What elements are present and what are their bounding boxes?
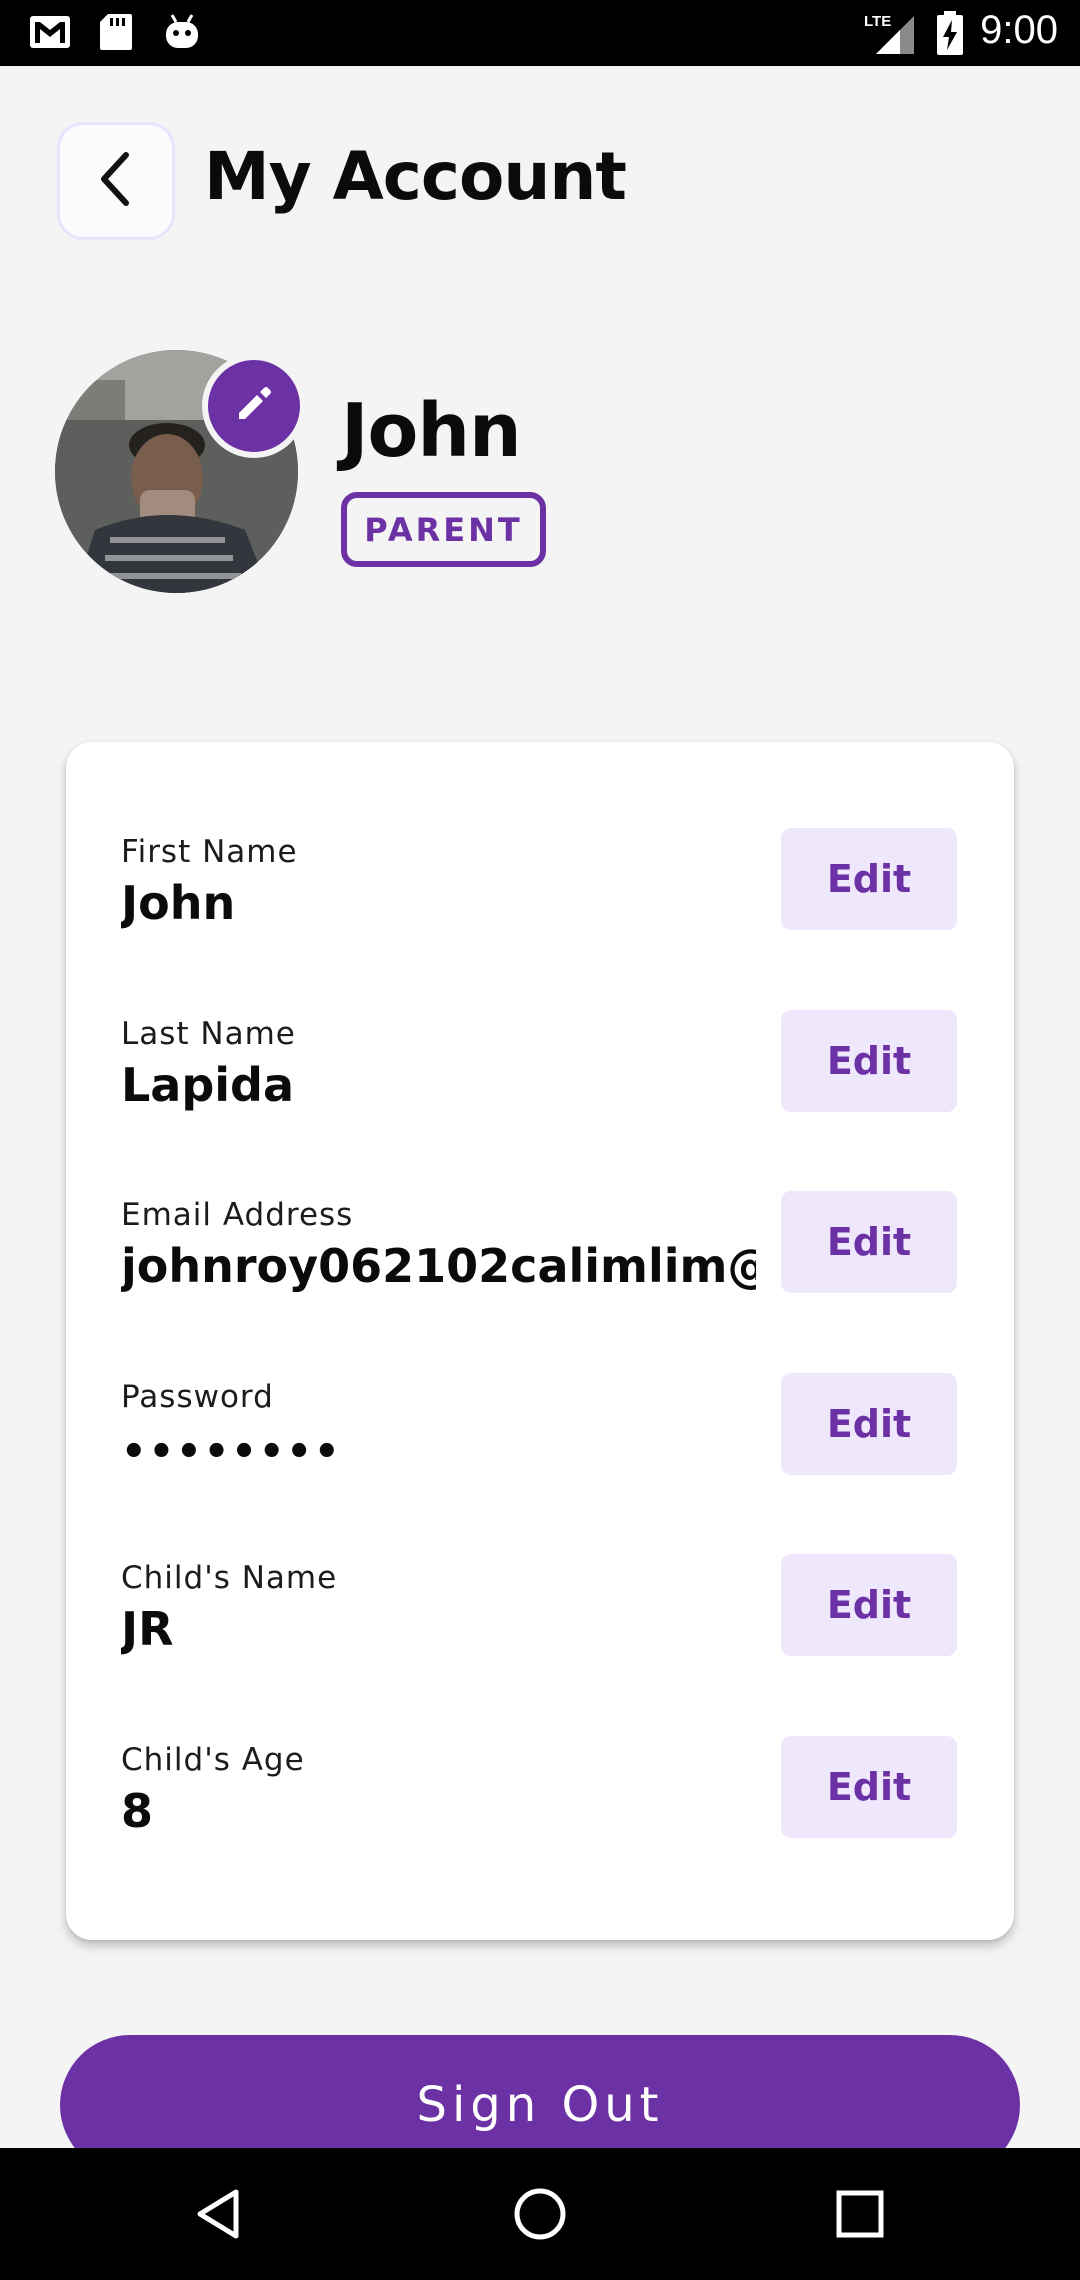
role-badge: PARENT bbox=[341, 492, 546, 567]
field-value: John bbox=[121, 876, 236, 930]
field-first-name: First Name John Edit bbox=[121, 828, 957, 954]
field-label: Last Name bbox=[121, 1016, 296, 1052]
field-value: johnroy062102calimlim@g bbox=[121, 1239, 756, 1293]
navigation-bar bbox=[0, 2148, 1080, 2280]
edit-last-name-button[interactable]: Edit bbox=[781, 1010, 957, 1112]
field-last-name: Last Name Lapida Edit bbox=[121, 1010, 957, 1136]
android-debug-icon bbox=[162, 12, 202, 56]
edit-childs-age-button[interactable]: Edit bbox=[781, 1736, 957, 1838]
field-label: Child's Name bbox=[121, 1560, 338, 1596]
status-time: 9:00 bbox=[980, 8, 1058, 52]
gmail-icon bbox=[28, 12, 72, 56]
field-childs-name: Child's Name JR Edit bbox=[121, 1554, 957, 1680]
account-details-card: First Name John Edit Last Name Lapida Ed… bbox=[66, 742, 1014, 1940]
my-account-screen: LTE 9:00 My Account John PARENT First Na… bbox=[0, 0, 1080, 2280]
field-email-address: Email Address johnroy062102calimlim@g Ed… bbox=[121, 1191, 957, 1317]
edit-password-button[interactable]: Edit bbox=[781, 1373, 957, 1475]
field-value: Lapida bbox=[121, 1058, 295, 1112]
field-label: First Name bbox=[121, 834, 298, 870]
field-value: 8 bbox=[121, 1784, 154, 1838]
field-label: Password bbox=[121, 1379, 274, 1415]
sd-card-icon bbox=[98, 12, 134, 56]
field-label: Email Address bbox=[121, 1197, 354, 1233]
edit-first-name-button[interactable]: Edit bbox=[781, 828, 957, 930]
pencil-icon bbox=[233, 383, 275, 429]
lte-signal-icon: LTE bbox=[862, 10, 916, 60]
field-label: Child's Age bbox=[121, 1742, 305, 1778]
edit-avatar-button[interactable] bbox=[202, 354, 306, 458]
status-bar: LTE 9:00 bbox=[0, 0, 1080, 66]
home-circle-icon[interactable] bbox=[504, 2178, 576, 2250]
svg-text:LTE: LTE bbox=[864, 13, 891, 30]
profile-name: John bbox=[341, 388, 522, 474]
field-value: JR bbox=[121, 1602, 174, 1656]
field-childs-age: Child's Age 8 Edit bbox=[121, 1736, 957, 1862]
field-password: Password •••••••• Edit bbox=[121, 1373, 957, 1499]
edit-email-button[interactable]: Edit bbox=[781, 1191, 957, 1293]
page-title: My Account bbox=[204, 138, 627, 215]
edit-childs-name-button[interactable]: Edit bbox=[781, 1554, 957, 1656]
back-triangle-icon[interactable] bbox=[184, 2178, 256, 2250]
recents-square-icon[interactable] bbox=[824, 2178, 896, 2250]
chevron-left-icon bbox=[94, 149, 138, 213]
field-value: •••••••• bbox=[121, 1429, 342, 1475]
battery-charging-icon bbox=[935, 10, 965, 60]
back-button[interactable] bbox=[57, 122, 175, 240]
